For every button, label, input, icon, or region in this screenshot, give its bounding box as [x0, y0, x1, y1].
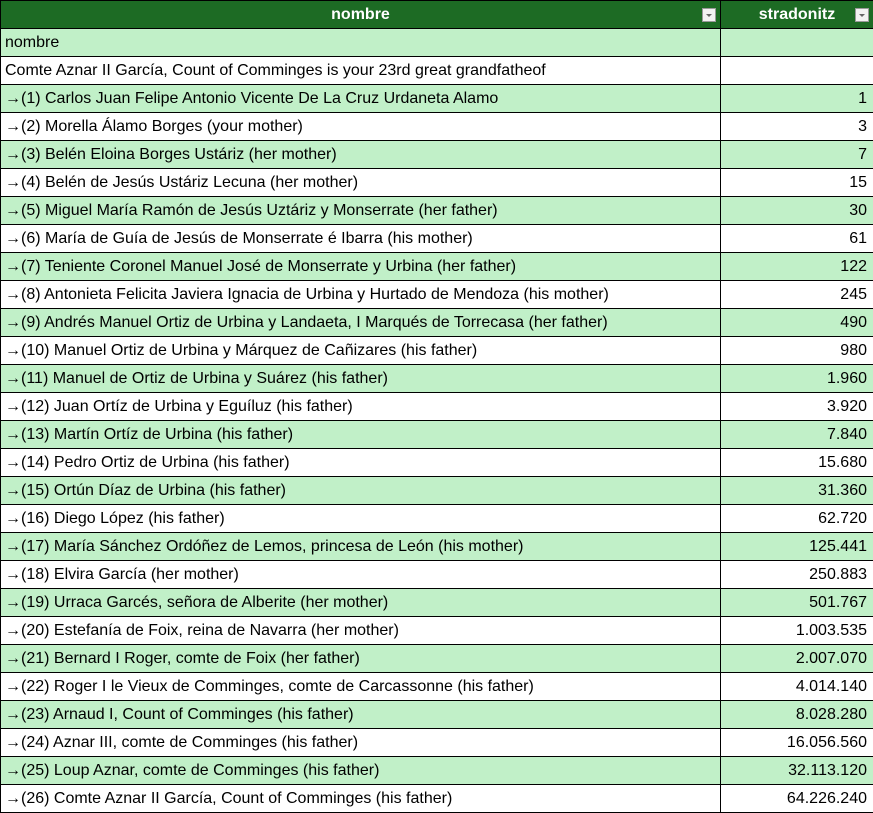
stradonitz-cell[interactable]: [720, 28, 873, 57]
table-row: →(21) Bernard I Roger, comte de Foix (he…: [0, 644, 873, 673]
table-row: →(3) Belén Eloina Borges Ustáriz (her mo…: [0, 140, 873, 169]
name-cell[interactable]: →(18) Elvira García (her mother): [0, 560, 721, 589]
name-cell[interactable]: →(6) María de Guía de Jesús de Monserrat…: [0, 224, 721, 253]
table-row: →(8) Antonieta Felicita Javiera Ignacia …: [0, 280, 873, 309]
table-row: →(2) Morella Álamo Borges (your mother) 3: [0, 112, 873, 141]
spreadsheet-table: nombre stradonitz nombre Comte Aznar II G…: [0, 0, 873, 813]
name-cell[interactable]: →(3) Belén Eloina Borges Ustáriz (her mo…: [0, 140, 721, 169]
column-header-label: stradonitz: [758, 5, 836, 23]
name-cell[interactable]: Comte Aznar II García, Count of Comminge…: [0, 56, 721, 85]
name-cell[interactable]: →(14) Pedro Ortiz de Urbina (his father): [0, 448, 721, 477]
stradonitz-cell[interactable]: 122: [720, 252, 873, 281]
table-row: →(7) Teniente Coronel Manuel José de Mon…: [0, 252, 873, 281]
stradonitz-cell[interactable]: 32.113.120: [720, 756, 873, 785]
stradonitz-cell[interactable]: 15: [720, 168, 873, 197]
table-row: →(16) Diego López (his father) 62.720: [0, 504, 873, 533]
stradonitz-cell[interactable]: 1: [720, 84, 873, 113]
name-cell[interactable]: →(7) Teniente Coronel Manuel José de Mon…: [0, 252, 721, 281]
table-row: →(15) Ortún Díaz de Urbina (his father) 3…: [0, 476, 873, 505]
name-cell[interactable]: →(5) Miguel María Ramón de Jesús Uztáriz…: [0, 196, 721, 225]
table-row: →(14) Pedro Ortiz de Urbina (his father)…: [0, 448, 873, 477]
filter-dropdown-icon[interactable]: [702, 8, 716, 22]
name-cell[interactable]: →(20) Estefanía de Foix, reina de Navarr…: [0, 616, 721, 645]
stradonitz-cell[interactable]: 501.767: [720, 588, 873, 617]
name-cell[interactable]: →(8) Antonieta Felicita Javiera Ignacia …: [0, 280, 721, 309]
name-cell[interactable]: →(4) Belén de Jesús Ustáriz Lecuna (her …: [0, 168, 721, 197]
name-cell[interactable]: →(24) Aznar III, comte de Comminges (his…: [0, 728, 721, 757]
name-cell[interactable]: →(17) María Sánchez Ordóñez de Lemos, pr…: [0, 532, 721, 561]
table-row: →(10) Manuel Ortiz de Urbina y Márquez d…: [0, 336, 873, 365]
stradonitz-cell[interactable]: 61: [720, 224, 873, 253]
filter-dropdown-icon[interactable]: [855, 8, 869, 22]
column-header-nombre[interactable]: nombre: [0, 0, 721, 29]
stradonitz-cell[interactable]: 7.840: [720, 420, 873, 449]
name-cell[interactable]: →(15) Ortún Díaz de Urbina (his father): [0, 476, 721, 505]
table-row: →(24) Aznar III, comte de Comminges (his…: [0, 728, 873, 757]
table-row: →(23) Arnaud I, Count of Comminges (his …: [0, 700, 873, 729]
table-row: →(25) Loup Aznar, comte de Comminges (hi…: [0, 756, 873, 785]
name-cell[interactable]: →(22) Roger I le Vieux de Comminges, com…: [0, 672, 721, 701]
table-row: →(12) Juan Ortíz de Urbina y Eguíluz (hi…: [0, 392, 873, 421]
table-row: →(5) Miguel María Ramón de Jesús Uztáriz…: [0, 196, 873, 225]
table-row: nombre: [0, 28, 873, 57]
stradonitz-cell[interactable]: 30: [720, 196, 873, 225]
stradonitz-cell[interactable]: 1.003.535: [720, 616, 873, 645]
name-cell[interactable]: →(23) Arnaud I, Count of Comminges (his …: [0, 700, 721, 729]
column-header-label: nombre: [331, 5, 390, 23]
stradonitz-cell[interactable]: 490: [720, 308, 873, 337]
stradonitz-cell[interactable]: 4.014.140: [720, 672, 873, 701]
stradonitz-cell[interactable]: 64.226.240: [720, 784, 873, 813]
table-row: →(20) Estefanía de Foix, reina de Navarr…: [0, 616, 873, 645]
name-cell[interactable]: →(2) Morella Álamo Borges (your mother): [0, 112, 721, 141]
table-row: →(6) María de Guía de Jesús de Monserrat…: [0, 224, 873, 253]
name-cell[interactable]: →(1) Carlos Juan Felipe Antonio Vicente …: [0, 84, 721, 113]
table-row: Comte Aznar II García, Count of Comminge…: [0, 56, 873, 85]
stradonitz-cell[interactable]: [720, 56, 873, 85]
table-row: →(4) Belén de Jesús Ustáriz Lecuna (her …: [0, 168, 873, 197]
name-cell[interactable]: →(12) Juan Ortíz de Urbina y Eguíluz (hi…: [0, 392, 721, 421]
table-row: →(13) Martín Ortíz de Urbina (his father…: [0, 420, 873, 449]
name-cell[interactable]: →(11) Manuel de Ortiz de Urbina y Suárez…: [0, 364, 721, 393]
table-row: →(11) Manuel de Ortiz de Urbina y Suárez…: [0, 364, 873, 393]
stradonitz-cell[interactable]: 3: [720, 112, 873, 141]
name-cell[interactable]: →(10) Manuel Ortiz de Urbina y Márquez d…: [0, 336, 721, 365]
header-row: nombre stradonitz: [0, 0, 873, 29]
stradonitz-cell[interactable]: 8.028.280: [720, 700, 873, 729]
name-cell[interactable]: →(19) Urraca Garcés, señora de Alberite …: [0, 588, 721, 617]
stradonitz-cell[interactable]: 31.360: [720, 476, 873, 505]
name-cell[interactable]: →(16) Diego López (his father): [0, 504, 721, 533]
name-cell[interactable]: →(9) Andrés Manuel Ortiz de Urbina y Lan…: [0, 308, 721, 337]
stradonitz-cell[interactable]: 62.720: [720, 504, 873, 533]
stradonitz-cell[interactable]: 7: [720, 140, 873, 169]
name-cell[interactable]: →(13) Martín Ortíz de Urbina (his father…: [0, 420, 721, 449]
name-cell[interactable]: →(25) Loup Aznar, comte de Comminges (hi…: [0, 756, 721, 785]
table-row: →(26) Comte Aznar II García, Count of Co…: [0, 784, 873, 813]
stradonitz-cell[interactable]: 125.441: [720, 532, 873, 561]
table-row: →(9) Andrés Manuel Ortiz de Urbina y Lan…: [0, 308, 873, 337]
stradonitz-cell[interactable]: 250.883: [720, 560, 873, 589]
table-row: →(22) Roger I le Vieux de Comminges, com…: [0, 672, 873, 701]
column-header-stradonitz[interactable]: stradonitz: [720, 0, 873, 29]
table-row: →(17) María Sánchez Ordóñez de Lemos, pr…: [0, 532, 873, 561]
name-cell[interactable]: →(21) Bernard I Roger, comte de Foix (he…: [0, 644, 721, 673]
stradonitz-cell[interactable]: 245: [720, 280, 873, 309]
stradonitz-cell[interactable]: 15.680: [720, 448, 873, 477]
stradonitz-cell[interactable]: 1.960: [720, 364, 873, 393]
name-cell[interactable]: →(26) Comte Aznar II García, Count of Co…: [0, 784, 721, 813]
stradonitz-cell[interactable]: 3.920: [720, 392, 873, 421]
table-row: →(19) Urraca Garcés, señora de Alberite …: [0, 588, 873, 617]
name-cell[interactable]: nombre: [0, 28, 721, 57]
table-row: →(18) Elvira García (her mother) 250.883: [0, 560, 873, 589]
stradonitz-cell[interactable]: 980: [720, 336, 873, 365]
table-row: →(1) Carlos Juan Felipe Antonio Vicente …: [0, 84, 873, 113]
stradonitz-cell[interactable]: 2.007.070: [720, 644, 873, 673]
stradonitz-cell[interactable]: 16.056.560: [720, 728, 873, 757]
